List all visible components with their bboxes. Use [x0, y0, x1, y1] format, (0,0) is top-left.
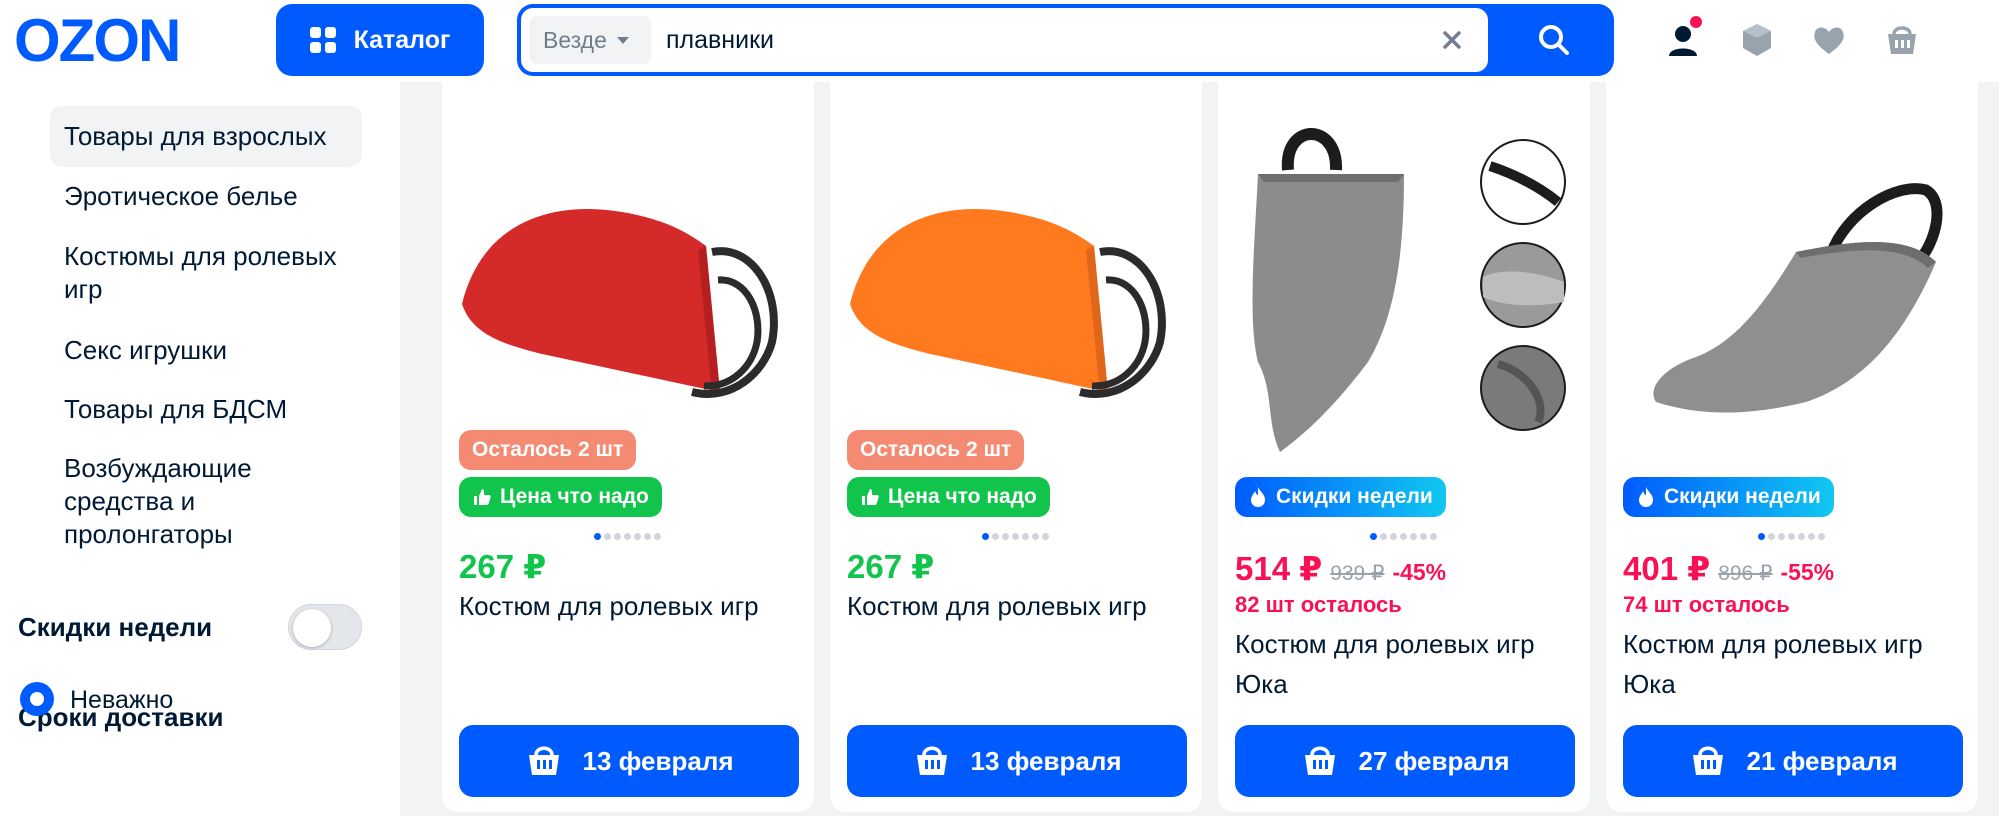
- product-price: 267 ₽: [459, 548, 547, 585]
- cart-icon[interactable]: [1880, 18, 1924, 62]
- stock-remaining: 82 шт осталось: [1235, 592, 1402, 617]
- good-price-badge: Цена что надо: [847, 477, 1050, 517]
- clear-icon[interactable]: [1438, 26, 1466, 54]
- delivery-date: 13 февраля: [582, 745, 734, 776]
- badge-label: Скидки недели: [1664, 485, 1821, 508]
- toggle-knob: [293, 609, 331, 647]
- product-card[interactable]: Осталось 2 шт Цена что надо 267 ₽ Костюм…: [442, 82, 814, 812]
- badge-label: Осталось 2 шт: [860, 438, 1012, 461]
- image-carousel-dots[interactable]: [1370, 533, 1437, 540]
- delivery-any-label: Неважно: [70, 686, 174, 714]
- cart-icon: [1305, 746, 1336, 775]
- search-input[interactable]: плавники: [666, 26, 774, 55]
- product-card[interactable]: Осталось 2 шт Цена что надо 267 ₽ Костюм…: [830, 82, 1202, 812]
- product-price: 401 ₽: [1623, 550, 1711, 587]
- product-card[interactable]: Скидки недели 514 ₽ 939 ₽ -45% 82 шт ост…: [1218, 82, 1590, 812]
- thumbs-up-icon: [474, 489, 491, 505]
- fire-icon: [1251, 487, 1265, 507]
- add-to-cart-button[interactable]: 27 февраля: [1235, 725, 1575, 797]
- category-role-play-costumes[interactable]: Костюмы для ролевых игр: [50, 226, 370, 320]
- notification-dot: [1690, 16, 1702, 28]
- search-icon: [1539, 25, 1569, 55]
- product-title[interactable]: Костюм для ролевых игр Юка: [1623, 624, 1923, 704]
- cart-icon: [917, 746, 948, 775]
- delivery-date: 21 февраля: [1746, 745, 1898, 776]
- search-scope-dropdown[interactable]: Везде: [529, 16, 651, 64]
- catalog-button[interactable]: Каталог: [276, 4, 484, 76]
- header: OZON Каталог Везде плавники: [0, 0, 1999, 82]
- weekly-discount-toggle[interactable]: [288, 604, 362, 650]
- category-stimulants[interactable]: Возбуждающие средства и пролонгаторы: [50, 438, 310, 565]
- category-adult-goods[interactable]: Товары для взрослых: [50, 106, 362, 167]
- fire-icon: [1639, 487, 1653, 507]
- product-price: 514 ₽: [1235, 550, 1323, 587]
- search-scope-label: Везде: [543, 26, 607, 53]
- category-label: Возбуждающие средства и пролонгаторы: [64, 453, 252, 549]
- image-carousel-dots[interactable]: [594, 533, 661, 540]
- category-label: Товары для взрослых: [64, 121, 327, 151]
- grid-icon: [309, 27, 336, 53]
- image-carousel-dots[interactable]: [982, 533, 1049, 540]
- discount-percent: -55%: [1780, 559, 1835, 585]
- good-price-badge: Цена что надо: [459, 477, 662, 517]
- cart-icon: [1693, 746, 1724, 775]
- delivery-date: 13 февраля: [970, 745, 1122, 776]
- search-button[interactable]: [1494, 4, 1614, 76]
- product-card[interactable]: Скидки недели 401 ₽ 896 ₽ -55% 74 шт ост…: [1606, 82, 1978, 812]
- product-image-orange-fin[interactable]: [830, 102, 1202, 452]
- stock-badge: Осталось 2 шт: [847, 430, 1025, 470]
- discount-percent: -45%: [1392, 559, 1447, 585]
- weekly-discount-badge: Скидки недели: [1623, 477, 1834, 517]
- product-title[interactable]: Костюм для ролевых игр Юка: [1235, 624, 1535, 704]
- image-carousel-dots[interactable]: [1758, 533, 1825, 540]
- add-to-cart-button[interactable]: 13 февраля: [459, 725, 799, 797]
- search-bar: Везде плавники: [517, 4, 1614, 76]
- product-title[interactable]: Костюм для ролевых игр: [847, 586, 1187, 626]
- badge-label: Осталось 2 шт: [472, 438, 624, 461]
- delivery-any-radio[interactable]: [20, 682, 54, 716]
- old-price: 896 ₽: [1718, 562, 1773, 585]
- category-sex-toys[interactable]: Секс игрушки: [50, 320, 370, 381]
- catalog-label: Каталог: [353, 25, 451, 54]
- badge-label: Цена что надо: [500, 485, 649, 508]
- price-row: 514 ₽ 939 ₽ -45%: [1235, 549, 1446, 588]
- product-price: 267 ₽: [847, 548, 935, 585]
- add-to-cart-button[interactable]: 13 февраля: [847, 725, 1187, 797]
- category-label: Товары для БДСМ: [64, 394, 288, 424]
- delivery-date: 27 февраля: [1358, 745, 1510, 776]
- stock-remaining: 74 шт осталось: [1623, 592, 1790, 617]
- category-label: Костюмы для ролевых игр: [64, 241, 337, 304]
- badge-label: Скидки недели: [1276, 485, 1433, 508]
- product-grid: Осталось 2 шт Цена что надо 267 ₽ Костюм…: [400, 82, 1999, 816]
- svg-text:OZON: OZON: [14, 14, 179, 66]
- orders-box-icon[interactable]: [1735, 18, 1779, 62]
- filters-sidebar: Товары для взрослых Эротическое белье Ко…: [0, 82, 400, 816]
- cart-icon: [529, 746, 560, 775]
- product-image-grey-fin[interactable]: [1606, 102, 1978, 452]
- category-label: Эротическое белье: [64, 181, 298, 211]
- category-erotic-lingerie[interactable]: Эротическое белье: [50, 166, 370, 227]
- stock-badge: Осталось 2 шт: [459, 430, 637, 470]
- price-row: 401 ₽ 896 ₽ -55%: [1623, 549, 1834, 588]
- search-field-container: Везде плавники: [521, 8, 1488, 72]
- badge-label: Цена что надо: [888, 485, 1037, 508]
- category-bdsm[interactable]: Товары для БДСМ: [50, 379, 370, 440]
- weekly-discount-badge: Скидки недели: [1235, 477, 1446, 517]
- weekly-discount-label: Скидки недели: [18, 612, 213, 642]
- category-label: Секс игрушки: [64, 335, 228, 365]
- favorites-heart-icon[interactable]: [1807, 18, 1851, 62]
- add-to-cart-button[interactable]: 21 февраля: [1623, 725, 1963, 797]
- product-image-red-fin[interactable]: [442, 102, 814, 452]
- product-title[interactable]: Костюм для ролевых игр: [459, 586, 799, 626]
- old-price: 939 ₽: [1330, 562, 1385, 585]
- thumbs-up-icon: [862, 489, 879, 505]
- caret-down-icon: [616, 36, 629, 44]
- product-image-grey-fin-details[interactable]: [1218, 102, 1590, 452]
- ozon-logo[interactable]: OZON: [14, 14, 236, 66]
